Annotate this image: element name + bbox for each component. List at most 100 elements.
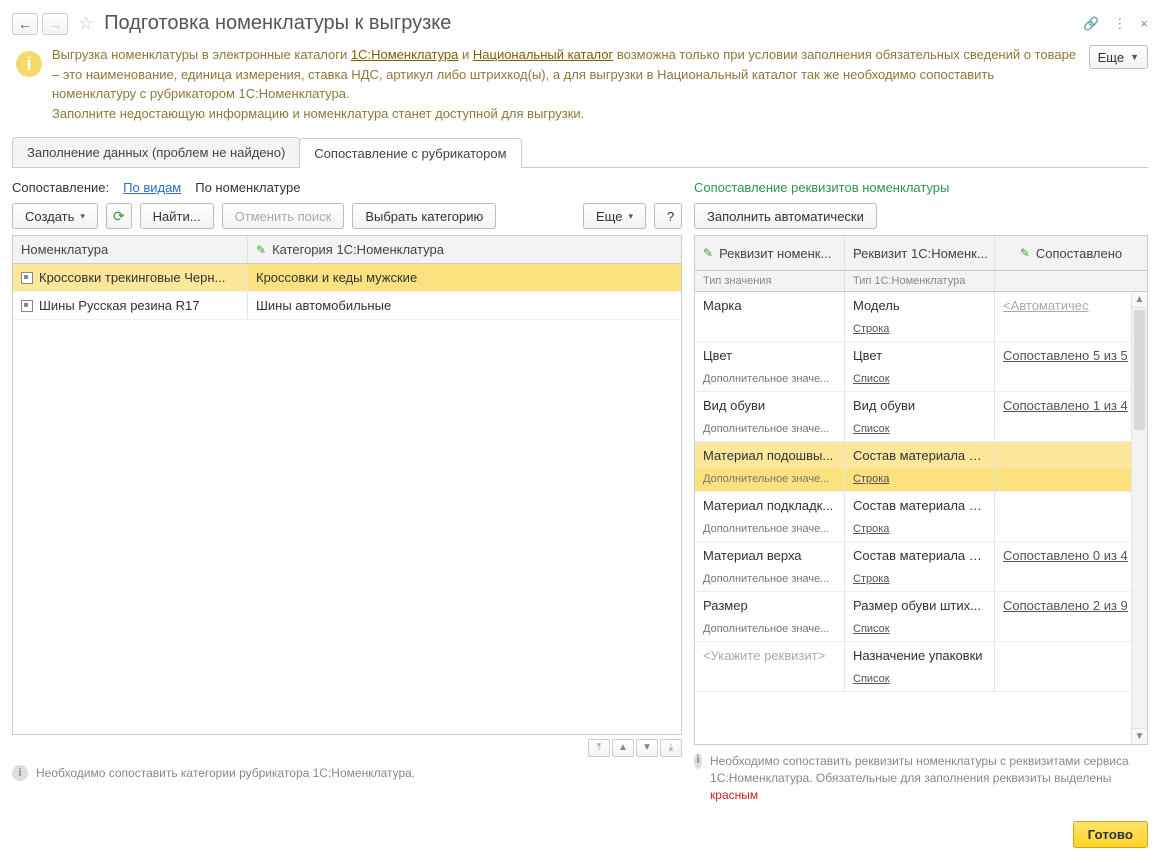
- choose-category-button[interactable]: Выбрать категорию: [352, 203, 496, 229]
- tab-fill-data[interactable]: Заполнение данных (проблем не найдено): [12, 137, 300, 167]
- req-1c-name: Цвет: [845, 342, 995, 369]
- scroll-down[interactable]: ▼: [1132, 728, 1147, 744]
- subcol-type: Тип значения: [695, 271, 845, 291]
- info-icon: i: [694, 753, 702, 769]
- req-1c-type[interactable]: Список: [853, 623, 890, 635]
- req-type: Дополнительное значе...: [695, 619, 845, 641]
- req-placeholder[interactable]: <Укажите реквизит>: [703, 648, 825, 663]
- col-category[interactable]: ✎ Категория 1С:Номенклатура: [248, 236, 681, 263]
- req-name: Вид обуви: [703, 398, 765, 413]
- pencil-icon: ✎: [703, 246, 713, 260]
- subcol-type-1c: Тип 1С:Номенклатура: [845, 271, 995, 291]
- req-1c-type[interactable]: Строка: [853, 323, 889, 335]
- req-1c-type[interactable]: Строка: [853, 473, 889, 485]
- nav-forward[interactable]: →: [42, 13, 68, 35]
- match-link[interactable]: Сопоставлено 5 из 5: [1003, 348, 1128, 363]
- cancel-search-button: Отменить поиск: [222, 203, 345, 229]
- match-link[interactable]: Сопоставлено 2 из 9: [1003, 598, 1128, 613]
- filter-label: Сопоставление:: [12, 180, 109, 195]
- create-button[interactable]: Создать ▾: [12, 203, 98, 229]
- req-name: Размер: [703, 598, 748, 613]
- favorite-star-icon[interactable]: ☆: [78, 13, 94, 34]
- pencil-icon: ✎: [256, 243, 266, 257]
- requisite-row[interactable]: МаркаМодель<АвтоматичесСтрока: [695, 292, 1147, 342]
- req-1c-type[interactable]: Список: [853, 423, 890, 435]
- left-footer-text: Необходимо сопоставить категории рубрика…: [36, 766, 415, 780]
- col-req-1c[interactable]: Реквизит 1С:Номенк...: [845, 236, 995, 270]
- info-text: Выгрузка номенклатуры в электронные ката…: [52, 45, 1079, 123]
- requisite-row[interactable]: Цвет Цвет Сопоставлено 5 из 5 Дополнительно…: [695, 342, 1147, 392]
- req-1c-type[interactable]: Список: [853, 373, 890, 385]
- req-1c-type[interactable]: Строка: [853, 573, 889, 585]
- filter-by-kinds[interactable]: По видам: [123, 180, 181, 195]
- req-1c-name: Состав материала п...: [845, 492, 995, 519]
- nomenclature-name: Кроссовки трекинговые Черн...: [39, 270, 225, 285]
- req-1c-name: Назначение упаковки: [845, 642, 995, 669]
- table-row[interactable]: Кроссовки трекинговые Черн... Кроссовки и…: [13, 264, 681, 292]
- req-type: Дополнительное значе...: [695, 369, 845, 391]
- req-name: Марка: [703, 298, 742, 313]
- req-name: Материал подошвы...: [703, 448, 833, 463]
- page-last[interactable]: ⤓: [660, 739, 682, 757]
- scrollbar[interactable]: ▲ ▼: [1131, 292, 1147, 744]
- page-title: Подготовка номенклатуры к выгрузке: [104, 12, 1079, 35]
- req-name: Материал подкладк...: [703, 498, 833, 513]
- requisite-row[interactable]: Материал верхаСостав материала в...Сопос…: [695, 542, 1147, 592]
- req-1c-type[interactable]: Список: [853, 673, 890, 685]
- requisite-row[interactable]: Материал подошвы... Состав материала п...…: [695, 442, 1147, 492]
- req-1c-type[interactable]: Строка: [853, 523, 889, 535]
- requisites-table: ✎ Реквизит номенк... Реквизит 1С:Номенк.…: [694, 235, 1148, 745]
- auto-map[interactable]: <Автоматичес: [1003, 298, 1089, 313]
- nav-back[interactable]: ←: [12, 13, 38, 35]
- req-type: [695, 669, 845, 691]
- req-1c-name: Вид обуви: [845, 392, 995, 419]
- page-up[interactable]: ▲: [612, 739, 634, 757]
- help-button[interactable]: ?: [654, 203, 682, 229]
- refresh-button[interactable]: ⟳: [106, 203, 132, 229]
- req-name: Материал верха: [703, 548, 802, 563]
- page-down[interactable]: ▼: [636, 739, 658, 757]
- item-icon: [21, 300, 33, 312]
- done-button[interactable]: Готово: [1073, 821, 1148, 848]
- link-icon[interactable]: 🔗: [1083, 16, 1099, 32]
- scroll-thumb[interactable]: [1134, 310, 1145, 430]
- info-icon: i: [16, 51, 42, 77]
- match-link[interactable]: Сопоставлено 0 из 4: [1003, 548, 1128, 563]
- req-type: Дополнительное значе...: [695, 569, 845, 591]
- requisite-row[interactable]: Материал подкладк... Состав материала п..…: [695, 492, 1147, 542]
- req-type: Дополнительное значе...: [695, 419, 845, 441]
- req-1c-name: Размер обуви штих...: [845, 592, 995, 619]
- scroll-up[interactable]: ▲: [1132, 292, 1147, 308]
- req-name: Цвет: [703, 348, 732, 363]
- find-button[interactable]: Найти...: [140, 203, 214, 229]
- nomenclature-name: Шины Русская резина R17: [39, 298, 199, 313]
- filter-by-nomenclature[interactable]: По номенклатуре: [195, 180, 300, 195]
- page-first[interactable]: ⤒: [588, 739, 610, 757]
- col-nomenclature[interactable]: Номенклатура: [13, 236, 248, 263]
- left-more-dropdown[interactable]: Еще ▾: [583, 203, 646, 229]
- col-req-nomen[interactable]: ✎ Реквизит номенк...: [695, 236, 845, 270]
- req-type: Дополнительное значе...: [695, 519, 845, 541]
- req-1c-name: Состав материала п...: [845, 442, 995, 469]
- right-panel-title: Сопоставление реквизитов номенклатуры: [694, 178, 1148, 203]
- close-icon[interactable]: ×: [1140, 16, 1148, 31]
- col-matched[interactable]: ✎ Сопоставлено: [995, 236, 1147, 270]
- tabs: Заполнение данных (проблем не найдено) С…: [12, 137, 1148, 168]
- more-dropdown[interactable]: Еще ▼: [1089, 45, 1148, 69]
- match-link[interactable]: Сопоставлено 1 из 4: [1003, 398, 1128, 413]
- info-icon: i: [12, 765, 28, 781]
- category-cell[interactable]: Шины автомобильные: [248, 292, 681, 319]
- requisite-row[interactable]: Вид обуви Вид обуви Сопоставлено 1 из 4 Доп…: [695, 392, 1147, 442]
- fill-auto-button[interactable]: Заполнить автоматически: [694, 203, 877, 229]
- category-cell[interactable]: Кроссовки и кеды мужские: [248, 264, 681, 291]
- nomenclature-table: Номенклатура ✎ Категория 1С:Номенклатура…: [12, 235, 682, 735]
- tab-mapping[interactable]: Сопоставление с рубрикатором: [299, 138, 521, 168]
- table-row[interactable]: Шины Русская резина R17 Шины автомобильны…: [13, 292, 681, 320]
- link-national-catalog[interactable]: Национальный каталог: [473, 47, 613, 62]
- requisite-row[interactable]: <Укажите реквизит> Назначение упаковки Спи…: [695, 642, 1147, 692]
- kebab-menu-icon[interactable]: ⋮: [1113, 16, 1126, 32]
- right-footer-text: Необходимо сопоставить реквизиты номенкл…: [710, 753, 1148, 803]
- link-1c-nomenclature[interactable]: 1С:Номенклатура: [351, 47, 458, 62]
- requisite-row[interactable]: Размер Размер обуви штих... Сопоставлено 2…: [695, 592, 1147, 642]
- item-icon: [21, 272, 33, 284]
